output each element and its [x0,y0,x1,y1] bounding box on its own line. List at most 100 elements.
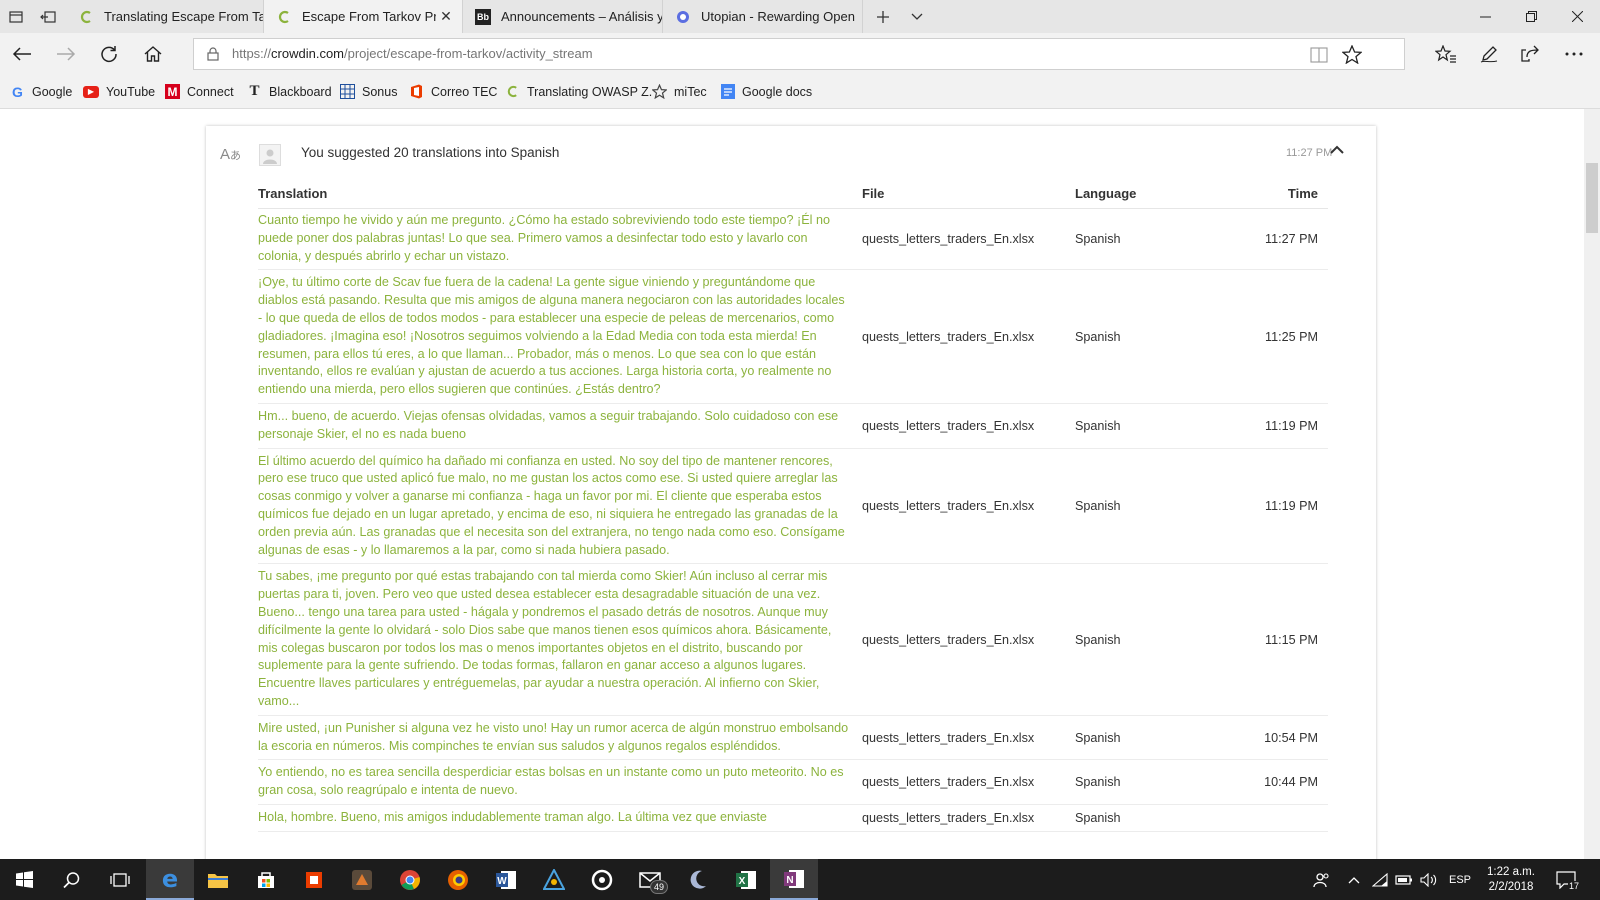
bookmark-label: miTec [674,84,707,99]
search-icon[interactable] [48,859,96,900]
url-text[interactable]: https://crowdin.com/project/escape-from-… [232,39,593,69]
tab-utopian[interactable]: Utopian - Rewarding Open [663,0,863,33]
activity-time: 11:27 PM [1286,147,1333,159]
arduino-icon[interactable] [530,859,578,900]
column-header-translation: Translation [258,186,328,201]
column-header-time: Time [1287,186,1318,201]
restore-icon[interactable] [1508,0,1554,33]
blackboard-icon: T [249,83,260,99]
blackboard-icon: Bb [475,8,491,25]
action-center-icon[interactable]: 17 [1556,859,1581,900]
svg-text:W: W [497,876,507,887]
star-icon [652,84,667,99]
row-time: 11:19 PM [1265,418,1318,433]
bookmark-translating-owasp[interactable]: Translating OWASP Z. [505,75,652,108]
bookmark-label: Sonus [362,84,398,99]
vertical-scrollbar[interactable] [1584,109,1600,859]
game-app-icon[interactable] [338,859,386,900]
close-window-icon[interactable] [1554,0,1600,33]
wifi-icon[interactable] [1372,859,1388,900]
store-icon[interactable] [242,859,290,900]
excel-icon[interactable]: X [722,859,770,900]
bookmark-sonus[interactable]: Sonus [340,75,397,108]
show-hidden-icons-chevron-icon[interactable] [1348,859,1360,900]
language: Spanish [1075,418,1121,433]
input-language[interactable]: ESP [1449,859,1471,900]
favorites-hub-icon[interactable] [1426,33,1466,75]
people-icon[interactable] [1313,859,1331,900]
clock-time: 1:22 a.m. [1487,865,1535,878]
mail-icon[interactable]: 49 [626,859,674,900]
tab-escape-from-tarkov[interactable]: Escape From Tarkov Prc ✕ [264,0,463,33]
tab-bar: Translating Escape From Tar Escape From … [0,0,1600,33]
taskbar: e W 49 X N ESP 1:22 a.m. 2/2/2018 17 [0,859,1600,900]
collapse-chevron-icon[interactable] [1330,142,1350,158]
bookmark-youtube[interactable]: ▶ YouTube [83,75,155,108]
share-icon[interactable] [1511,33,1551,75]
minimize-icon[interactable] [1462,0,1508,33]
refresh-icon[interactable] [89,33,129,75]
clock[interactable]: 1:22 a.m. 2/2/2018 [1482,859,1540,900]
bookmark-connect[interactable]: M Connect [165,75,234,108]
row-time: 11:25 PM [1265,329,1318,344]
tab-list-chevron-icon[interactable] [900,0,934,33]
bookmark-google[interactable]: G Google [10,75,72,108]
table-row: Hola, hombre. Bueno, mis amigos indudabl… [258,805,1328,832]
home-icon[interactable] [133,33,173,75]
translation-text[interactable]: ¡Oye, tu último corte de Scav fue fuera … [258,270,852,403]
language: Spanish [1075,775,1121,790]
translation-text[interactable]: Hola, hombre. Bueno, mis amigos indudabl… [258,805,852,831]
bookmark-label: Connect [187,84,234,99]
bookmark-blackboard[interactable]: T Blackboard [247,75,332,108]
translation-text[interactable]: Mire usted, ¡un Punisher si alguna vez h… [258,716,852,760]
scrollbar-thumb[interactable] [1586,163,1598,233]
set-aside-tabs-icon[interactable] [32,0,64,33]
translation-text[interactable]: Hm... bueno, de acuerdo. Viejas ofensas … [258,404,852,448]
back-icon[interactable] [2,33,42,75]
tab-title: Escape From Tarkov Prc [302,9,436,24]
crowdin-icon [276,9,292,25]
firefox-icon[interactable] [434,859,482,900]
reading-view-icon[interactable] [1310,47,1328,68]
new-tab-icon[interactable] [866,0,900,33]
task-view-icon[interactable] [96,859,144,900]
battery-icon[interactable] [1395,859,1413,900]
tab-preview-icon[interactable] [0,0,32,33]
row-time: 11:19 PM [1265,498,1318,513]
translation-text[interactable]: Yo entiendo, no es tarea sencilla desper… [258,760,852,804]
close-tab-icon[interactable]: ✕ [436,8,456,25]
mcgraw-icon: M [165,84,180,99]
moon-app-icon[interactable] [674,859,722,900]
translation-text[interactable]: Tu sabes, ¡me pregunto por qué estas tra… [258,564,852,714]
edge-browser-icon[interactable]: e [146,859,194,900]
more-menu-icon[interactable] [1554,33,1594,75]
avatar [259,144,281,166]
circle-app-icon[interactable] [578,859,626,900]
translation-text[interactable]: Cuanto tiempo he vivido y aún me pregunt… [258,208,852,269]
bookmark-mitec[interactable]: miTec [652,75,707,108]
volume-icon[interactable] [1420,859,1438,900]
onenote-icon[interactable]: N [770,859,818,900]
bookmark-label: Blackboard [269,84,332,99]
table-row: El último acuerdo del químico ha dañado … [258,449,1328,565]
bookmark-google-docs[interactable]: Google docs [720,75,812,108]
forward-icon[interactable] [46,33,86,75]
word-icon[interactable]: W [482,859,530,900]
tab-translating-escape[interactable]: Translating Escape From Tar [66,0,264,33]
table-row: Cuanto tiempo he vivido y aún me pregunt… [258,208,1328,271]
file-explorer-icon[interactable] [194,859,242,900]
chrome-icon[interactable] [386,859,434,900]
row-time: 10:44 PM [1264,775,1318,790]
address-bar[interactable]: https://crowdin.com/project/escape-from-… [193,38,1405,70]
youtube-icon: ▶ [83,85,99,98]
windows-start-icon[interactable] [0,859,48,900]
clock-date: 2/2/2018 [1488,880,1534,893]
crowdin-icon [505,84,520,99]
bookmark-correo-tec[interactable]: Correo TEC [409,75,497,108]
tab-announcements[interactable]: Bb Announcements – Análisis y [463,0,663,33]
favorite-star-icon[interactable] [1341,44,1363,69]
office-app-icon[interactable] [290,859,338,900]
web-note-pen-icon[interactable] [1469,33,1509,75]
docs-icon [720,84,735,99]
translation-text[interactable]: El último acuerdo del químico ha dañado … [258,449,852,564]
